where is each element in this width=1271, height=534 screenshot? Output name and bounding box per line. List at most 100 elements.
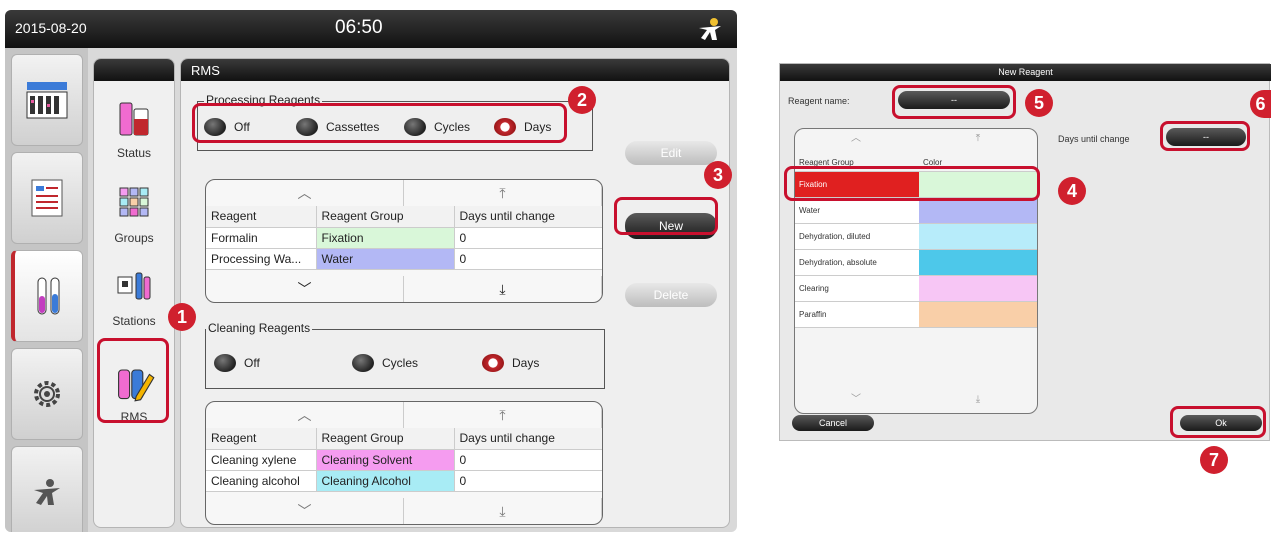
- scroll-top-icon[interactable]: ⤒: [404, 180, 602, 206]
- callout-highlight-new: [614, 197, 718, 235]
- callout-highlight-rms: [97, 338, 169, 423]
- scroll-top-icon[interactable]: ⤒: [917, 129, 1037, 155]
- scroll-up-icon[interactable]: ︿: [206, 180, 404, 206]
- cancel-button[interactable]: Cancel: [792, 415, 874, 431]
- days-cell: 0: [454, 227, 602, 249]
- callout-number: 5: [1025, 89, 1053, 117]
- list-item[interactable]: Dehydration, absolute: [795, 249, 1037, 276]
- radio-label: Days: [512, 356, 540, 370]
- list-item[interactable]: Paraffin: [795, 301, 1037, 328]
- callout-highlight-reagent-name: [892, 85, 1016, 119]
- processing-reagents-table: ︿ ⤒ Reagent Reagent Group Days until cha…: [205, 179, 603, 303]
- reagents-subnav: Status Groups Stations RMS: [93, 58, 175, 528]
- scroll-down-icon[interactable]: ﹀: [206, 276, 404, 302]
- callout-number: 6: [1250, 90, 1271, 118]
- column-header: Reagent Group: [316, 206, 455, 228]
- list-scroll-up: ︿ ⤒: [795, 129, 1037, 155]
- group-color-swatch: [919, 223, 1037, 250]
- reagent-cell: Cleaning alcohol: [206, 470, 317, 492]
- callout-number: 1: [168, 303, 196, 331]
- user-icon[interactable]: [695, 16, 725, 42]
- table-row[interactable]: Processing Wa... Water 0: [206, 248, 602, 270]
- table-row[interactable]: Formalin Fixation 0: [206, 227, 602, 249]
- callout-number: 7: [1200, 446, 1228, 474]
- rms-title: RMS: [181, 59, 729, 81]
- menu-log-button[interactable]: [11, 152, 83, 244]
- callout-highlight-processing: [192, 103, 567, 143]
- column-header: Days until change: [454, 206, 602, 228]
- cleaning-radio-off[interactable]: Off: [214, 354, 260, 372]
- delete-button[interactable]: Delete: [625, 283, 717, 307]
- callout-number: 4: [1058, 177, 1086, 205]
- subnav-groups[interactable]: Groups: [98, 184, 170, 245]
- group-cell: Cleaning Solvent: [316, 449, 455, 471]
- subnav-stations[interactable]: Stations: [98, 267, 170, 328]
- column-header: Reagent: [206, 428, 317, 450]
- scroll-down-icon[interactable]: ﹀: [795, 387, 917, 413]
- menu-reagents-button[interactable]: [11, 250, 83, 342]
- main-screen: 2015-08-20 06:50 Status Groups Stations …: [5, 10, 737, 532]
- subnav-status-label: Status: [116, 146, 152, 160]
- cleaning-table-grid: Reagent Reagent Group Days until change …: [206, 428, 602, 492]
- cleaning-radio-days[interactable]: Days: [482, 354, 539, 372]
- radio-selected-icon: [482, 354, 504, 372]
- scroll-bottom-icon[interactable]: ⤓: [404, 276, 602, 302]
- reagent-cell: Cleaning xylene: [206, 449, 317, 471]
- document-icon: [31, 179, 63, 217]
- days-cell: 0: [454, 449, 602, 471]
- group-cell: Cleaning Alcohol: [316, 470, 455, 492]
- cleaning-legend: Cleaning Reagents: [206, 321, 313, 335]
- scroll-bottom-icon[interactable]: ⤓: [917, 387, 1037, 413]
- radio-label: Cycles: [382, 356, 419, 370]
- scroll-down-icon[interactable]: ﹀: [206, 498, 404, 524]
- subnav-stations-label: Stations: [112, 314, 156, 328]
- time-display: 06:50: [335, 17, 383, 38]
- group-name-cell: Dehydration, diluted: [795, 223, 919, 250]
- cleaning-reagents-table: ︿ ⤒ Reagent Reagent Group Days until cha…: [205, 401, 603, 525]
- groups-grid-icon: [119, 187, 149, 217]
- list-scroll-down: ﹀ ⤓: [795, 387, 1037, 413]
- dialog-title: New Reagent: [780, 64, 1271, 81]
- table-row[interactable]: Cleaning alcohol Cleaning Alcohol 0: [206, 470, 602, 492]
- list-item[interactable]: Clearing: [795, 275, 1037, 302]
- edit-button[interactable]: Edit: [625, 141, 717, 165]
- group-color-swatch: [919, 275, 1037, 302]
- column-header: Reagent Group: [316, 428, 455, 450]
- callout-number: 3: [704, 161, 732, 189]
- column-header: Reagent: [206, 206, 317, 228]
- radio-icon: [214, 354, 236, 372]
- table-scroll-down: ﹀ ⤓: [206, 276, 602, 302]
- callout-highlight-ok: [1170, 406, 1266, 438]
- menu-user-button[interactable]: [11, 446, 83, 532]
- group-name-cell: Paraffin: [795, 301, 919, 328]
- scroll-top-icon[interactable]: ⤒: [404, 402, 602, 428]
- radio-label: Off: [244, 356, 260, 370]
- user-figure-icon: [34, 479, 60, 505]
- scroll-up-icon[interactable]: ︿: [795, 129, 917, 155]
- subnav-groups-label: Groups: [114, 231, 154, 245]
- reagent-cell: Processing Wa...: [206, 248, 317, 270]
- date-display: 2015-08-20: [15, 20, 87, 36]
- menu-settings-button[interactable]: [11, 348, 83, 440]
- group-color-swatch: [919, 249, 1037, 276]
- stations-icon: [117, 272, 151, 300]
- scroll-up-icon[interactable]: ︿: [206, 402, 404, 428]
- cleaning-radio-cycles[interactable]: Cycles: [352, 354, 418, 372]
- list-item[interactable]: Dehydration, diluted: [795, 223, 1037, 250]
- table-scroll-up: ︿ ⤒: [206, 180, 602, 206]
- program-grid-icon: [26, 82, 68, 119]
- top-bar: 2015-08-20 06:50: [5, 10, 737, 48]
- gear-icon: [34, 381, 60, 407]
- table-row[interactable]: Cleaning xylene Cleaning Solvent 0: [206, 449, 602, 471]
- reagent-cell: Formalin: [206, 227, 317, 249]
- group-cell: Water: [316, 248, 455, 270]
- menu-program-button[interactable]: [11, 54, 83, 146]
- reagent-tubes-icon: [37, 277, 59, 315]
- reagent-name-label: Reagent name:: [788, 96, 850, 106]
- callout-highlight-days: [1160, 121, 1250, 151]
- subnav-status[interactable]: Status: [98, 99, 170, 160]
- column-header: Days until change: [454, 428, 602, 450]
- scroll-bottom-icon[interactable]: ⤓: [404, 498, 602, 524]
- cleaning-reagents-group: Cleaning Reagents Off Cycles Days: [205, 321, 605, 389]
- group-cell: Fixation: [316, 227, 455, 249]
